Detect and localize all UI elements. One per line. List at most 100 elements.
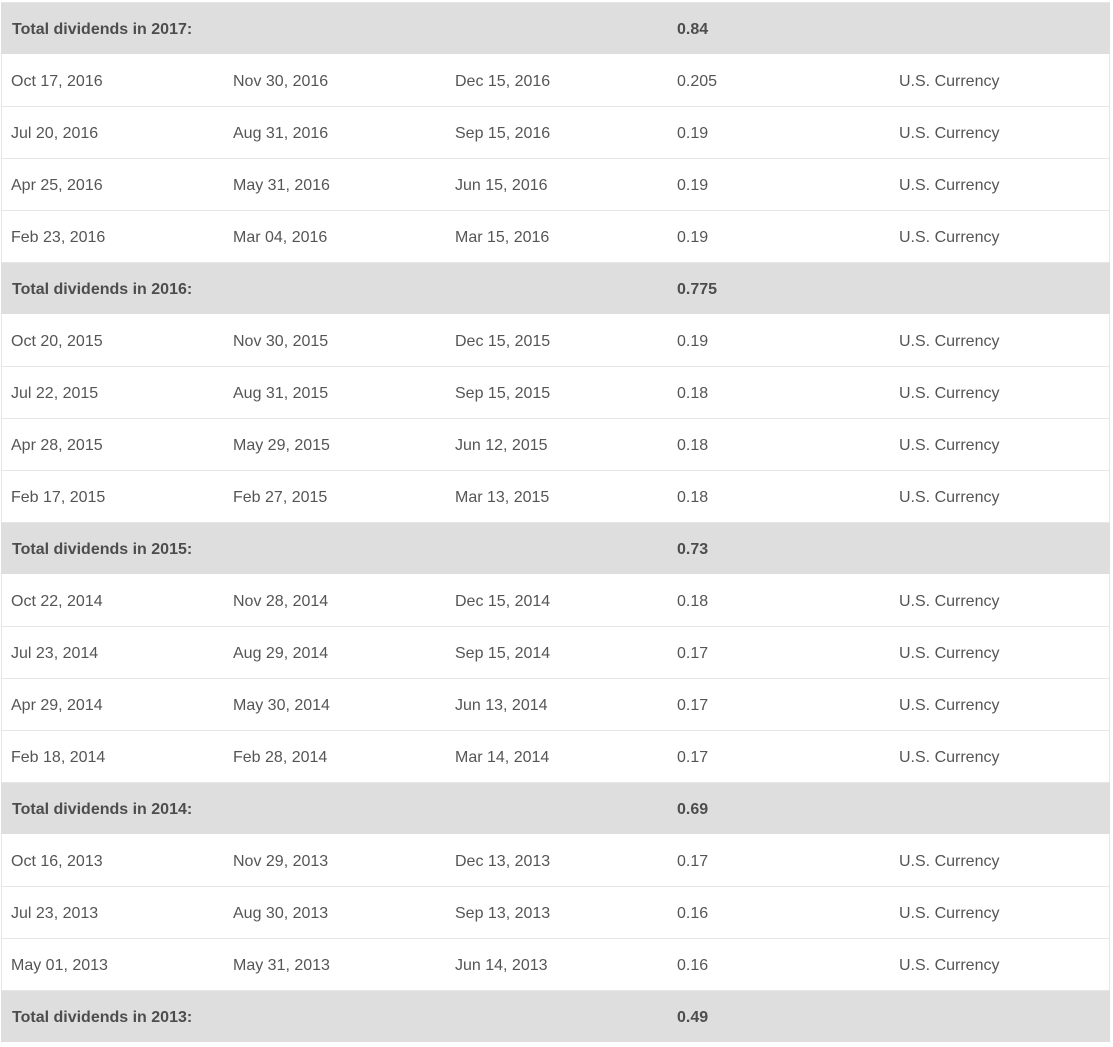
dividend-row: Jul 23, 2014 Aug 29, 2014 Sep 15, 2014 0.17…	[1, 627, 1110, 679]
payable-date-cell: Dec 15, 2014	[455, 593, 551, 610]
dividend-row: Jul 22, 2015 Aug 31, 2015 Sep 15, 2015 0.18…	[1, 367, 1110, 419]
currency-cell: U.S. Currency	[899, 645, 1000, 662]
total-dividends-row: Total dividends in 2016: 0.775	[1, 263, 1110, 315]
record-date-cell: Mar 04, 2016	[233, 229, 328, 246]
payable-date-cell: Sep 15, 2014	[455, 645, 551, 662]
dividend-amount-cell: 0.17	[677, 697, 709, 714]
record-date-cell: Nov 30, 2016	[233, 73, 329, 90]
payable-date-cell: Sep 15, 2015	[455, 385, 551, 402]
announced-date-cell: Apr 28, 2015	[11, 437, 103, 454]
dividend-amount-cell: 0.19	[677, 177, 709, 194]
dividend-table: Total dividends in 2017: 0.84 Oct 17, 2016…	[1, 2, 1110, 1043]
currency-cell: U.S. Currency	[899, 177, 1000, 194]
announced-date-cell: Oct 20, 2015	[11, 333, 103, 350]
dividend-row: Oct 20, 2015 Nov 30, 2015 Dec 15, 2015 0.19…	[1, 315, 1110, 367]
dividend-amount-cell: 0.17	[677, 853, 709, 870]
total-amount: 0.775	[677, 281, 718, 298]
announced-date-cell: Apr 25, 2016	[11, 177, 103, 194]
dividend-row: Feb 23, 2016 Mar 04, 2016 Mar 15, 2016 0.19…	[1, 211, 1110, 263]
record-date-cell: Nov 28, 2014	[233, 593, 329, 610]
dividend-row: Jul 23, 2013 Aug 30, 2013 Sep 13, 2013 0.16…	[1, 887, 1110, 939]
payable-date-cell: Mar 15, 2016	[455, 229, 550, 246]
dividend-amount-cell: 0.18	[677, 437, 709, 454]
dividend-amount-cell: 0.17	[677, 749, 709, 766]
currency-cell: U.S. Currency	[899, 749, 1000, 766]
dividend-row: Feb 17, 2015 Feb 27, 2015 Mar 13, 2015 0.18…	[1, 471, 1110, 523]
payable-date-cell: Sep 15, 2016	[455, 125, 551, 142]
currency-cell: U.S. Currency	[899, 437, 1000, 454]
record-date-cell: Aug 31, 2015	[233, 385, 329, 402]
record-date-cell: May 29, 2015	[233, 437, 330, 454]
dividend-amount-cell: 0.16	[677, 905, 709, 922]
dividend-row: May 01, 2013 May 31, 2013 Jun 14, 2013 0.16…	[1, 939, 1110, 991]
dividend-row: Oct 17, 2016 Nov 30, 2016 Dec 15, 2016 0.20…	[1, 55, 1110, 107]
total-amount: 0.84	[677, 21, 709, 38]
total-dividends-row: Total dividends in 2013: 0.49	[1, 991, 1110, 1043]
announced-date-cell: Oct 17, 2016	[11, 73, 103, 90]
record-date-cell: Aug 29, 2014	[233, 645, 329, 662]
record-date-cell: Feb 28, 2014	[233, 749, 328, 766]
dividend-amount-cell: 0.205	[677, 73, 718, 90]
payable-date-cell: Mar 13, 2015	[455, 489, 550, 506]
payable-date-cell: Sep 13, 2013	[455, 905, 551, 922]
payable-date-cell: Mar 14, 2014	[455, 749, 550, 766]
currency-cell: U.S. Currency	[899, 593, 1000, 610]
announced-date-cell: Jul 23, 2014	[11, 645, 99, 662]
record-date-cell: Feb 27, 2015	[233, 489, 328, 506]
record-date-cell: May 31, 2016	[233, 177, 330, 194]
currency-cell: U.S. Currency	[899, 125, 1000, 142]
dividend-row: Oct 16, 2013 Nov 29, 2013 Dec 13, 2013 0.17…	[1, 835, 1110, 887]
total-dividends-row: Total dividends in 2014: 0.69	[1, 783, 1110, 835]
total-amount: 0.69	[677, 801, 709, 818]
announced-date-cell: May 01, 2013	[11, 957, 108, 974]
payable-date-cell: Jun 15, 2016	[455, 177, 548, 194]
announced-date-cell: Feb 23, 2016	[11, 229, 106, 246]
dividend-amount-cell: 0.16	[677, 957, 709, 974]
announced-date-cell: Apr 29, 2014	[11, 697, 103, 714]
dividend-amount-cell: 0.18	[677, 385, 709, 402]
dividend-amount-cell: 0.17	[677, 645, 709, 662]
record-date-cell: May 30, 2014	[233, 697, 330, 714]
total-label: Total dividends in 2014:	[12, 801, 193, 818]
payable-date-cell: Jun 12, 2015	[455, 437, 548, 454]
dividend-amount-cell: 0.18	[677, 489, 709, 506]
dividend-amount-cell: 0.19	[677, 125, 709, 142]
total-amount: 0.73	[677, 541, 709, 558]
dividend-amount-cell: 0.19	[677, 229, 709, 246]
payable-date-cell: Jun 14, 2013	[455, 957, 548, 974]
record-date-cell: Nov 30, 2015	[233, 333, 329, 350]
dividend-row: Jul 20, 2016 Aug 31, 2016 Sep 15, 2016 0.19…	[1, 107, 1110, 159]
dividend-amount-cell: 0.18	[677, 593, 709, 610]
record-date-cell: May 31, 2013	[233, 957, 330, 974]
payable-date-cell: Dec 15, 2016	[455, 73, 551, 90]
total-label: Total dividends in 2017:	[12, 21, 193, 38]
currency-cell: U.S. Currency	[899, 905, 1000, 922]
dividend-row: Apr 29, 2014 May 30, 2014 Jun 13, 2014 0.17…	[1, 679, 1110, 731]
dividend-row: Apr 25, 2016 May 31, 2016 Jun 15, 2016 0.19…	[1, 159, 1110, 211]
total-amount: 0.49	[677, 1009, 709, 1026]
total-label: Total dividends in 2016:	[12, 281, 193, 298]
announced-date-cell: Oct 22, 2014	[11, 593, 103, 610]
announced-date-cell: Jul 20, 2016	[11, 125, 99, 142]
currency-cell: U.S. Currency	[899, 385, 1000, 402]
currency-cell: U.S. Currency	[899, 229, 1000, 246]
dividend-row: Feb 18, 2014 Feb 28, 2014 Mar 14, 2014 0.17…	[1, 731, 1110, 783]
record-date-cell: Nov 29, 2013	[233, 853, 329, 870]
announced-date-cell: Jul 23, 2013	[11, 905, 99, 922]
announced-date-cell: Oct 16, 2013	[11, 853, 103, 870]
announced-date-cell: Feb 18, 2014	[11, 749, 106, 766]
total-label: Total dividends in 2015:	[12, 541, 193, 558]
total-dividends-row: Total dividends in 2017: 0.84	[1, 3, 1110, 55]
announced-date-cell: Jul 22, 2015	[11, 385, 99, 402]
payable-date-cell: Dec 15, 2015	[455, 333, 551, 350]
dividend-row: Apr 28, 2015 May 29, 2015 Jun 12, 2015 0.18…	[1, 419, 1110, 471]
payable-date-cell: Dec 13, 2013	[455, 853, 551, 870]
currency-cell: U.S. Currency	[899, 333, 1000, 350]
dividend-row: Oct 22, 2014 Nov 28, 2014 Dec 15, 2014 0.18…	[1, 575, 1110, 627]
currency-cell: U.S. Currency	[899, 957, 1000, 974]
currency-cell: U.S. Currency	[899, 853, 1000, 870]
record-date-cell: Aug 31, 2016	[233, 125, 329, 142]
total-dividends-row: Total dividends in 2015: 0.73	[1, 523, 1110, 575]
record-date-cell: Aug 30, 2013	[233, 905, 329, 922]
dividend-amount-cell: 0.19	[677, 333, 709, 350]
